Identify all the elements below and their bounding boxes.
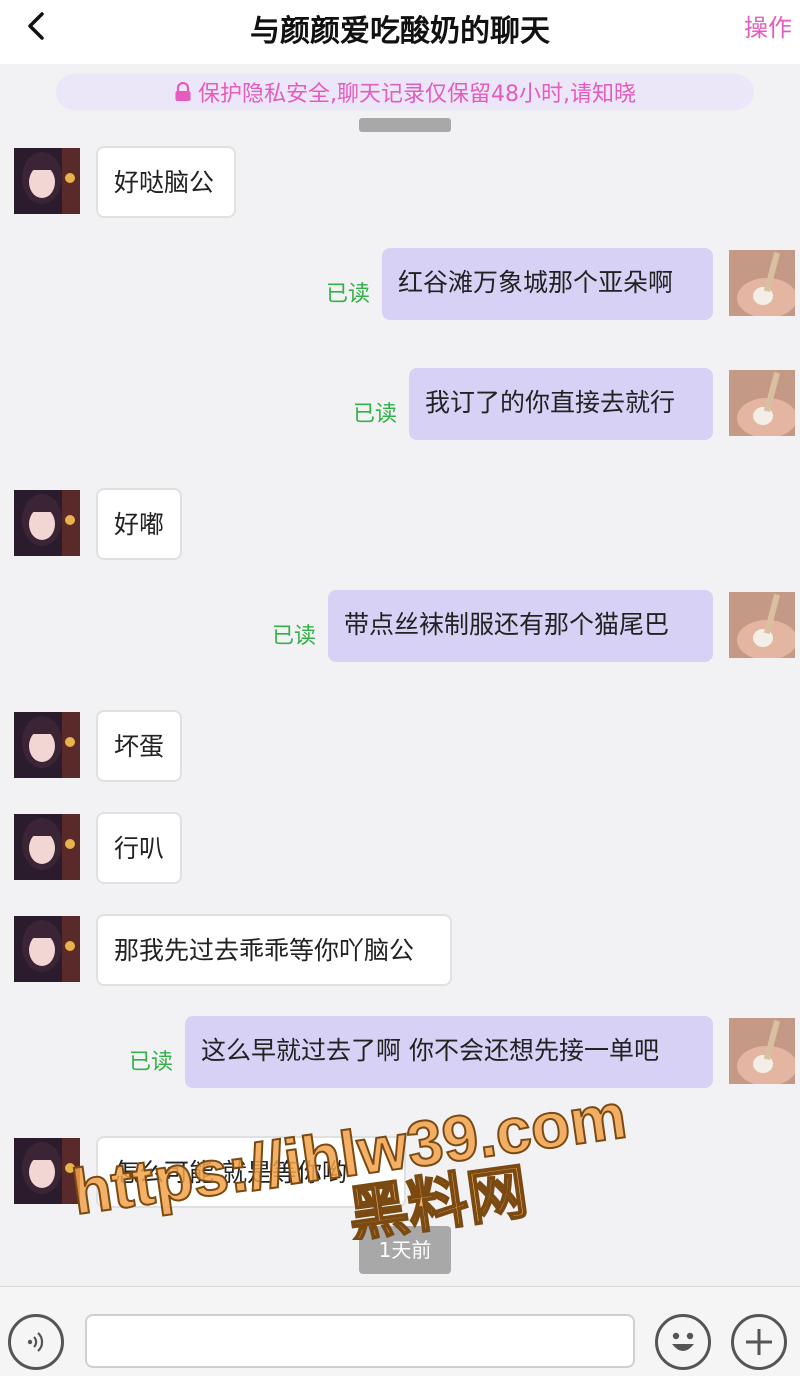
message-bubble[interactable]: 这么早就过去了啊 你不会还想先接一单吧 bbox=[185, 1016, 713, 1088]
user-avatar-image bbox=[729, 370, 795, 436]
message-bubble[interactable]: 我订了的你直接去就行 bbox=[409, 368, 713, 440]
contact-avatar[interactable] bbox=[14, 1138, 80, 1204]
user-avatar-image bbox=[729, 592, 795, 658]
contact-avatar-image bbox=[14, 148, 80, 214]
more-button[interactable] bbox=[731, 1314, 787, 1370]
emoji-icon bbox=[672, 1332, 694, 1351]
message-bubble[interactable]: 坏蛋 bbox=[96, 710, 182, 782]
message-bubble[interactable]: 怎么可能 就是等你哟 bbox=[96, 1136, 406, 1208]
action-button[interactable]: 操作 bbox=[744, 10, 792, 46]
read-status: 已读 bbox=[326, 282, 371, 307]
user-avatar[interactable] bbox=[729, 370, 795, 436]
header-bar: 与颜颜爱吃酸奶的聊天 操作 bbox=[0, 0, 800, 64]
user-avatar-image bbox=[729, 250, 795, 316]
plus-icon bbox=[746, 1329, 772, 1355]
read-status: 已读 bbox=[353, 402, 398, 427]
scroll-indicator bbox=[359, 118, 451, 132]
voice-icon bbox=[27, 1332, 44, 1352]
voice-button[interactable] bbox=[8, 1314, 64, 1370]
emoji-button[interactable] bbox=[655, 1314, 711, 1370]
user-avatar[interactable] bbox=[729, 1018, 795, 1084]
contact-avatar-image bbox=[14, 916, 80, 982]
read-status: 已读 bbox=[272, 624, 317, 649]
timestamp-chip: 1天前 bbox=[359, 1226, 451, 1274]
contact-avatar[interactable] bbox=[14, 490, 80, 556]
contact-avatar[interactable] bbox=[14, 712, 80, 778]
page-title: 与颜颜爱吃酸奶的聊天 bbox=[250, 14, 550, 49]
contact-avatar-image bbox=[14, 712, 80, 778]
privacy-notice: 保护隐私安全,聊天记录仅保留48小时,请知晓 bbox=[56, 74, 754, 110]
message-bubble[interactable]: 那我先过去乖乖等你吖脑公 bbox=[96, 914, 452, 986]
message-bubble[interactable]: 行叭 bbox=[96, 812, 182, 884]
lock-icon bbox=[175, 82, 191, 101]
message-bubble[interactable]: 带点丝袜制服还有那个猫尾巴 bbox=[328, 590, 713, 662]
user-avatar[interactable] bbox=[729, 250, 795, 316]
contact-avatar-image bbox=[14, 490, 80, 556]
contact-avatar-image bbox=[14, 1138, 80, 1204]
privacy-notice-text: 保护隐私安全,聊天记录仅保留48小时,请知晓 bbox=[198, 82, 636, 107]
message-bubble[interactable]: 好哒脑公 bbox=[96, 146, 236, 218]
user-avatar-image bbox=[729, 1018, 795, 1084]
message-input[interactable] bbox=[85, 1314, 635, 1368]
contact-avatar[interactable] bbox=[14, 916, 80, 982]
contact-avatar[interactable] bbox=[14, 814, 80, 880]
message-bubble[interactable]: 好嘟 bbox=[96, 488, 182, 560]
contact-avatar-image bbox=[14, 814, 80, 880]
contact-avatar[interactable] bbox=[14, 148, 80, 214]
read-status: 已读 bbox=[129, 1050, 174, 1075]
message-bubble[interactable]: 红谷滩万象城那个亚朵啊 bbox=[382, 248, 713, 320]
input-bar bbox=[0, 1286, 800, 1376]
user-avatar[interactable] bbox=[729, 592, 795, 658]
